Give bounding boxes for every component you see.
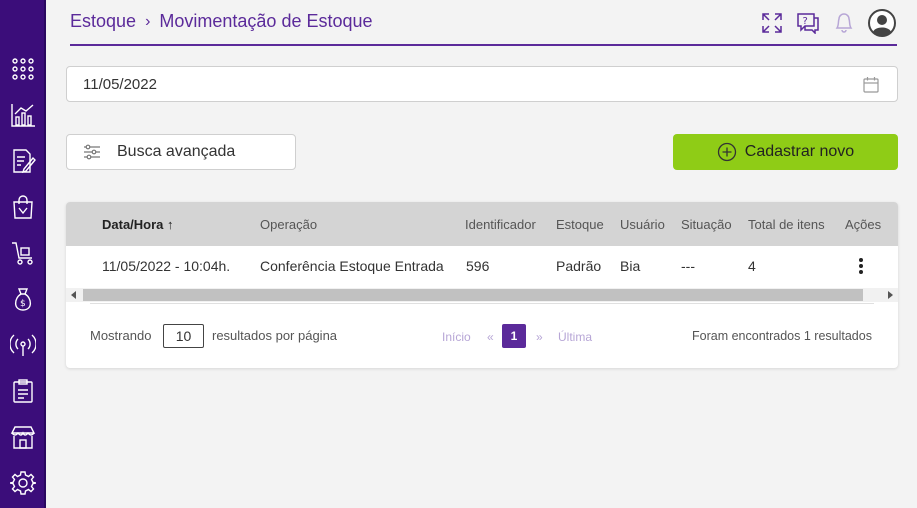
- fullscreen-icon[interactable]: [759, 10, 785, 36]
- scroll-right-arrow-icon[interactable]: [888, 291, 893, 299]
- horizontal-scrollbar[interactable]: [66, 288, 898, 302]
- cell-identifier: 596: [466, 258, 490, 274]
- pagination-prev[interactable]: «: [487, 330, 494, 344]
- advanced-search-label: Busca avançada: [117, 143, 236, 160]
- date-filter-input[interactable]: 11/05/2022: [66, 66, 898, 102]
- filter-sliders-icon: [84, 144, 100, 160]
- date-filter-value: 11/05/2022: [83, 75, 157, 93]
- clipboard-icon[interactable]: [8, 376, 38, 406]
- column-header-operation[interactable]: Operação: [260, 217, 317, 232]
- column-header-stock[interactable]: Estoque: [556, 217, 604, 232]
- edit-document-icon[interactable]: [8, 146, 38, 176]
- cell-stock: Padrão: [556, 258, 602, 274]
- breadcrumb-separator: ›: [145, 12, 151, 30]
- column-header-datetime[interactable]: Data/Hora ↑: [102, 217, 174, 232]
- plus-circle-icon: [717, 142, 736, 162]
- per-page-label: resultados por página: [212, 328, 338, 343]
- bell-icon[interactable]: [831, 10, 857, 36]
- money-bag-icon[interactable]: $: [8, 284, 38, 314]
- chart-icon[interactable]: [8, 100, 38, 130]
- column-header-status[interactable]: Situação: [681, 217, 732, 232]
- svg-text:$: $: [20, 299, 26, 309]
- scrollbar-thumb[interactable]: [83, 289, 863, 301]
- column-header-identifier[interactable]: Identificador: [465, 217, 536, 232]
- calendar-icon[interactable]: [863, 76, 879, 97]
- cadastrar-novo-button[interactable]: Cadastrar novo: [673, 134, 898, 170]
- sort-ascending-icon: ↑: [167, 217, 174, 232]
- pagination-last[interactable]: Última: [558, 330, 592, 344]
- svg-text:?: ?: [803, 16, 808, 27]
- cell-user: Bia: [620, 258, 641, 274]
- results-count-text: Foram encontrados 1 resultados: [692, 329, 872, 343]
- settings-icon[interactable]: [8, 468, 38, 498]
- pagination-next[interactable]: »: [536, 330, 543, 344]
- cadastrar-novo-label: Cadastrar novo: [744, 143, 855, 160]
- header-actions: ?: [759, 8, 897, 38]
- breadcrumb-parent[interactable]: Estoque: [70, 11, 136, 32]
- broadcast-icon[interactable]: [8, 330, 38, 360]
- cart-icon[interactable]: [8, 238, 38, 268]
- row-actions-menu-icon[interactable]: [858, 257, 864, 280]
- table-header: Data/Hora ↑ Operação Identificador Estoq…: [66, 202, 898, 246]
- per-page-input[interactable]: 10: [163, 324, 204, 348]
- column-header-user[interactable]: Usuário: [620, 217, 665, 232]
- page-title: Movimentação de Estoque: [159, 11, 373, 31]
- scroll-left-arrow-icon[interactable]: [71, 291, 76, 299]
- cell-operation: Conferência Estoque Entrada: [260, 258, 444, 274]
- showing-label: Mostrando: [90, 328, 152, 343]
- user-avatar-icon[interactable]: [867, 8, 897, 38]
- column-header-actions: Ações: [845, 217, 882, 232]
- sidebar: $: [0, 0, 46, 508]
- cell-status: ---: [681, 258, 695, 274]
- results-card: Data/Hora ↑ Operação Identificador Estoq…: [66, 202, 898, 368]
- pagination-first[interactable]: Início: [442, 330, 471, 344]
- cell-total-items: 4: [748, 258, 756, 274]
- shopping-bag-icon[interactable]: [8, 192, 38, 222]
- cell-datetime: 11/05/2022 - 10:04h.: [102, 258, 231, 274]
- breadcrumb: Estoque › Movimentação de Estoque: [70, 11, 373, 32]
- divider: [90, 303, 874, 304]
- store-icon[interactable]: [8, 422, 38, 452]
- advanced-search-button[interactable]: Busca avançada: [66, 134, 296, 170]
- help-chat-icon[interactable]: ?: [795, 10, 821, 36]
- pagination-current-page[interactable]: 1: [502, 324, 526, 348]
- header: Estoque › Movimentação de Estoque ?: [70, 0, 897, 46]
- column-header-total-items[interactable]: Total de itens: [748, 217, 825, 232]
- apps-grid-icon[interactable]: [8, 54, 38, 84]
